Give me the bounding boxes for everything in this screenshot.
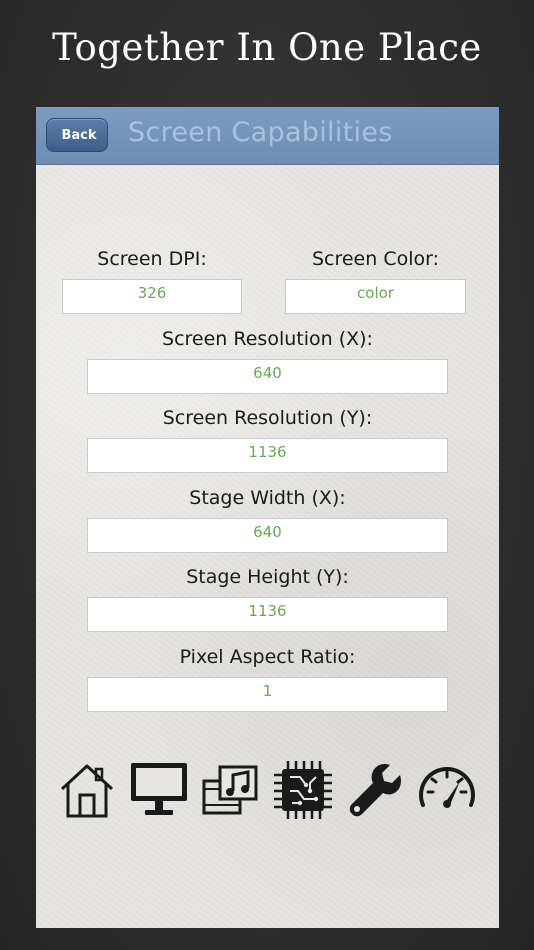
speedometer-icon[interactable] [416,759,478,821]
stage-height-field: 1136 [87,597,448,632]
pixel-aspect-label: Pixel Aspect Ratio: [179,646,356,668]
page-title: Screen Capabilities [128,117,393,148]
promo-headline: Together In One Place [52,26,482,69]
screen-color-label: Screen Color: [311,248,440,270]
monitor-icon[interactable] [128,759,190,821]
media-icon[interactable] [200,759,262,821]
resolution-y-field: 1136 [87,438,448,473]
cpu-chip-icon[interactable] [272,759,334,821]
navigation-bar: Back Screen Capabilities [36,107,499,165]
stage-height-label: Stage Height (Y): [186,566,349,588]
resolution-x-field: 640 [87,359,448,394]
stage-width-label: Stage Width (X): [189,487,346,509]
bottom-toolbar [36,759,499,825]
screen-dpi-label: Screen DPI: [97,248,207,270]
back-button[interactable]: Back [46,118,108,152]
pixel-aspect-field: 1 [87,677,448,712]
stage-width-field: 640 [87,518,448,553]
resolution-x-label: Screen Resolution (X): [162,328,373,350]
home-icon[interactable] [56,759,118,821]
app-screen: Back Screen Capabilities Screen DPI: 326… [36,107,499,928]
screen-dpi-field: 326 [62,279,242,314]
wrench-icon[interactable] [344,759,406,821]
resolution-y-label: Screen Resolution (Y): [162,407,373,429]
screen-color-field: color [285,279,466,314]
